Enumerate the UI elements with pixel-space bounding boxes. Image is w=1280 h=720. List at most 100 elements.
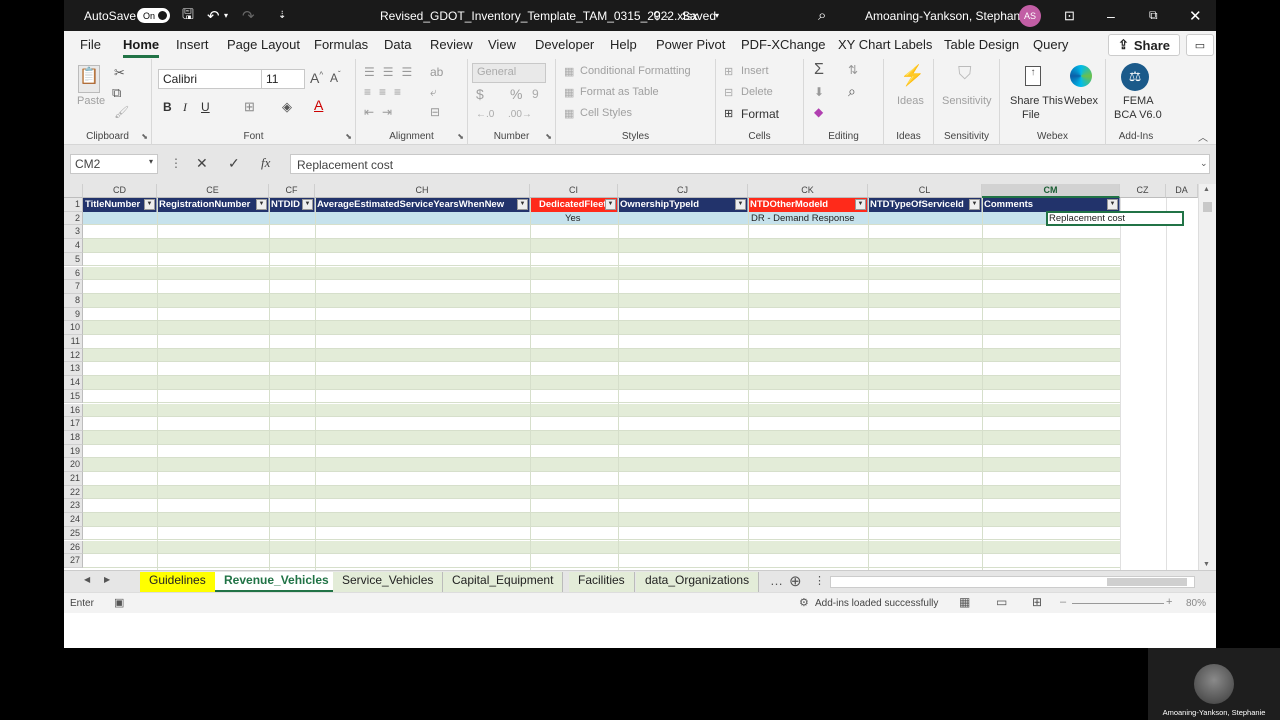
location-icon[interactable]: ⚲: [653, 0, 661, 31]
table-header-avgservice[interactable]: AverageEstimatedServiceYearsWhenNew ▼: [315, 198, 530, 212]
tab-pdf-xchange[interactable]: PDF-XChange: [741, 37, 826, 52]
col-header-ce[interactable]: CE: [157, 184, 269, 198]
save-icon[interactable]: 🖫: [182, 0, 194, 31]
table-row[interactable]: [83, 239, 1120, 253]
page-break-view-icon[interactable]: ⊞: [1032, 595, 1042, 609]
normal-view-icon[interactable]: ▦: [959, 595, 970, 609]
col-header-cm[interactable]: CM: [982, 184, 1120, 198]
clipboard-launcher-icon[interactable]: ⬊: [141, 132, 148, 141]
tab-query[interactable]: Query: [1033, 37, 1068, 52]
table-row[interactable]: [83, 321, 1120, 335]
row-header[interactable]: 7: [64, 280, 83, 294]
filter-dropdown-icon[interactable]: ▼: [144, 199, 155, 210]
save-status-dropdown-icon[interactable]: ▾: [715, 0, 719, 31]
more-options-icon[interactable]: ⋮: [170, 156, 182, 170]
sheet-tab-guidelines[interactable]: Guidelines: [140, 572, 216, 592]
row-header[interactable]: 3: [64, 225, 83, 240]
sheet-tab-facilities[interactable]: Facilities: [569, 572, 635, 592]
delete-button[interactable]: Delete: [741, 86, 773, 98]
decrease-decimal-icon[interactable]: .00→: [508, 109, 532, 120]
row-header[interactable]: 6: [64, 266, 83, 281]
filter-dropdown-icon[interactable]: ▼: [302, 199, 313, 210]
row-header[interactable]: 21: [64, 472, 83, 486]
row-header[interactable]: 16: [64, 403, 83, 418]
tab-options-icon[interactable]: ⋮: [814, 574, 825, 587]
table-row[interactable]: [83, 526, 1120, 541]
avatar[interactable]: AS: [1019, 5, 1041, 27]
row-header[interactable]: 8: [64, 293, 83, 308]
table-row[interactable]: [83, 362, 1120, 377]
prev-sheet-icon[interactable]: ◀: [84, 575, 90, 584]
tab-developer[interactable]: Developer: [535, 37, 594, 52]
share-this-file-line1[interactable]: Share This: [1010, 95, 1063, 107]
table-row[interactable]: [83, 430, 1120, 445]
font-launcher-icon[interactable]: ⬊: [345, 132, 352, 141]
row-header[interactable]: 10: [64, 321, 83, 335]
table-header-titlenumber[interactable]: TitleNumber ▼: [83, 198, 157, 212]
cancel-entry-icon[interactable]: ✕: [196, 155, 208, 172]
merge-center-icon[interactable]: ⊟: [430, 105, 440, 119]
tab-xy-chart-labels[interactable]: XY Chart Labels: [838, 37, 932, 52]
table-row[interactable]: [83, 335, 1120, 349]
tab-table-design[interactable]: Table Design: [944, 37, 1019, 52]
scroll-down-icon[interactable]: ▼: [1203, 561, 1210, 568]
conditional-formatting-button[interactable]: Conditional Formatting: [580, 65, 691, 77]
table-row[interactable]: [83, 554, 1120, 568]
number-format-box[interactable]: General: [472, 63, 546, 83]
next-sheet-icon[interactable]: ▶: [104, 575, 110, 584]
table-row[interactable]: [83, 472, 1120, 486]
tab-page-layout[interactable]: Page Layout: [227, 37, 300, 52]
comments-button[interactable]: ▭: [1186, 34, 1214, 56]
col-header-cd[interactable]: CD: [83, 184, 157, 198]
table-row[interactable]: [83, 417, 1120, 431]
row-header[interactable]: 23: [64, 499, 83, 514]
table-header-ntdid[interactable]: NTDID ▼: [269, 198, 315, 212]
user-name[interactable]: Amoaning-Yankson, Stephanie: [865, 0, 1030, 31]
zoom-level[interactable]: 80%: [1186, 598, 1206, 609]
autosum-icon[interactable]: Σ: [814, 61, 824, 79]
collapse-ribbon-icon[interactable]: ︿: [1198, 129, 1208, 144]
comma-style-icon[interactable]: 9: [532, 87, 539, 101]
cut-icon[interactable]: ✂: [114, 65, 125, 81]
underline-button[interactable]: U: [201, 100, 210, 114]
filter-dropdown-icon[interactable]: ▼: [969, 199, 980, 210]
close-icon[interactable]: ✕: [1189, 0, 1202, 31]
col-header-ck[interactable]: CK: [748, 184, 868, 198]
formula-input[interactable]: Replacement cost: [290, 154, 1210, 174]
font-size-box[interactable]: 11: [261, 69, 305, 89]
row-header[interactable]: 11: [64, 335, 83, 349]
table-row[interactable]: [83, 348, 1120, 363]
table-row[interactable]: [83, 252, 1120, 267]
row-header[interactable]: 5: [64, 252, 83, 267]
clear-icon[interactable]: ◆: [814, 105, 823, 119]
horizontal-scroll-thumb[interactable]: [1107, 578, 1187, 586]
vertical-align-icons[interactable]: ☰☰☰: [364, 65, 420, 79]
tab-data[interactable]: Data: [384, 37, 411, 52]
tab-help[interactable]: Help: [610, 37, 637, 52]
indent-icons[interactable]: ⇤⇥: [364, 105, 400, 119]
active-cell-cm2[interactable]: Replacement cost: [1046, 211, 1184, 226]
sheet-tab-revenue-vehicles[interactable]: Revenue_Vehicles: [215, 572, 339, 592]
tab-home[interactable]: Home: [123, 37, 160, 58]
tab-insert[interactable]: Insert: [176, 37, 209, 52]
table-row[interactable]: [83, 540, 1120, 555]
italic-button[interactable]: I: [183, 100, 187, 115]
col-header-cz[interactable]: CZ: [1120, 184, 1166, 198]
ideas-button[interactable]: Ideas: [897, 95, 924, 107]
webex-button[interactable]: Webex: [1064, 95, 1098, 107]
undo-dropdown-icon[interactable]: ▾: [224, 0, 228, 31]
fill-icon[interactable]: ⬇: [814, 85, 824, 99]
row-header[interactable]: 19: [64, 444, 83, 459]
scroll-thumb[interactable]: [1203, 202, 1212, 212]
cell-styles-button[interactable]: Cell Styles: [580, 107, 632, 119]
undo-icon[interactable]: ↶: [207, 0, 220, 31]
autosave-toggle[interactable]: On: [137, 8, 170, 23]
row-header[interactable]: 18: [64, 430, 83, 445]
restore-icon[interactable]: ⧉: [1149, 0, 1158, 31]
table-header-ntdtypeofserviceid[interactable]: NTDTypeOfServiceId ▼: [868, 198, 982, 212]
row-header[interactable]: 17: [64, 417, 83, 431]
increase-font-icon[interactable]: A^: [310, 70, 323, 86]
table-header-ownershiptypeid[interactable]: OwnershipTypeId ▼: [618, 198, 748, 212]
redo-icon[interactable]: ↷: [242, 0, 255, 31]
filter-dropdown-icon[interactable]: ▼: [855, 199, 866, 210]
